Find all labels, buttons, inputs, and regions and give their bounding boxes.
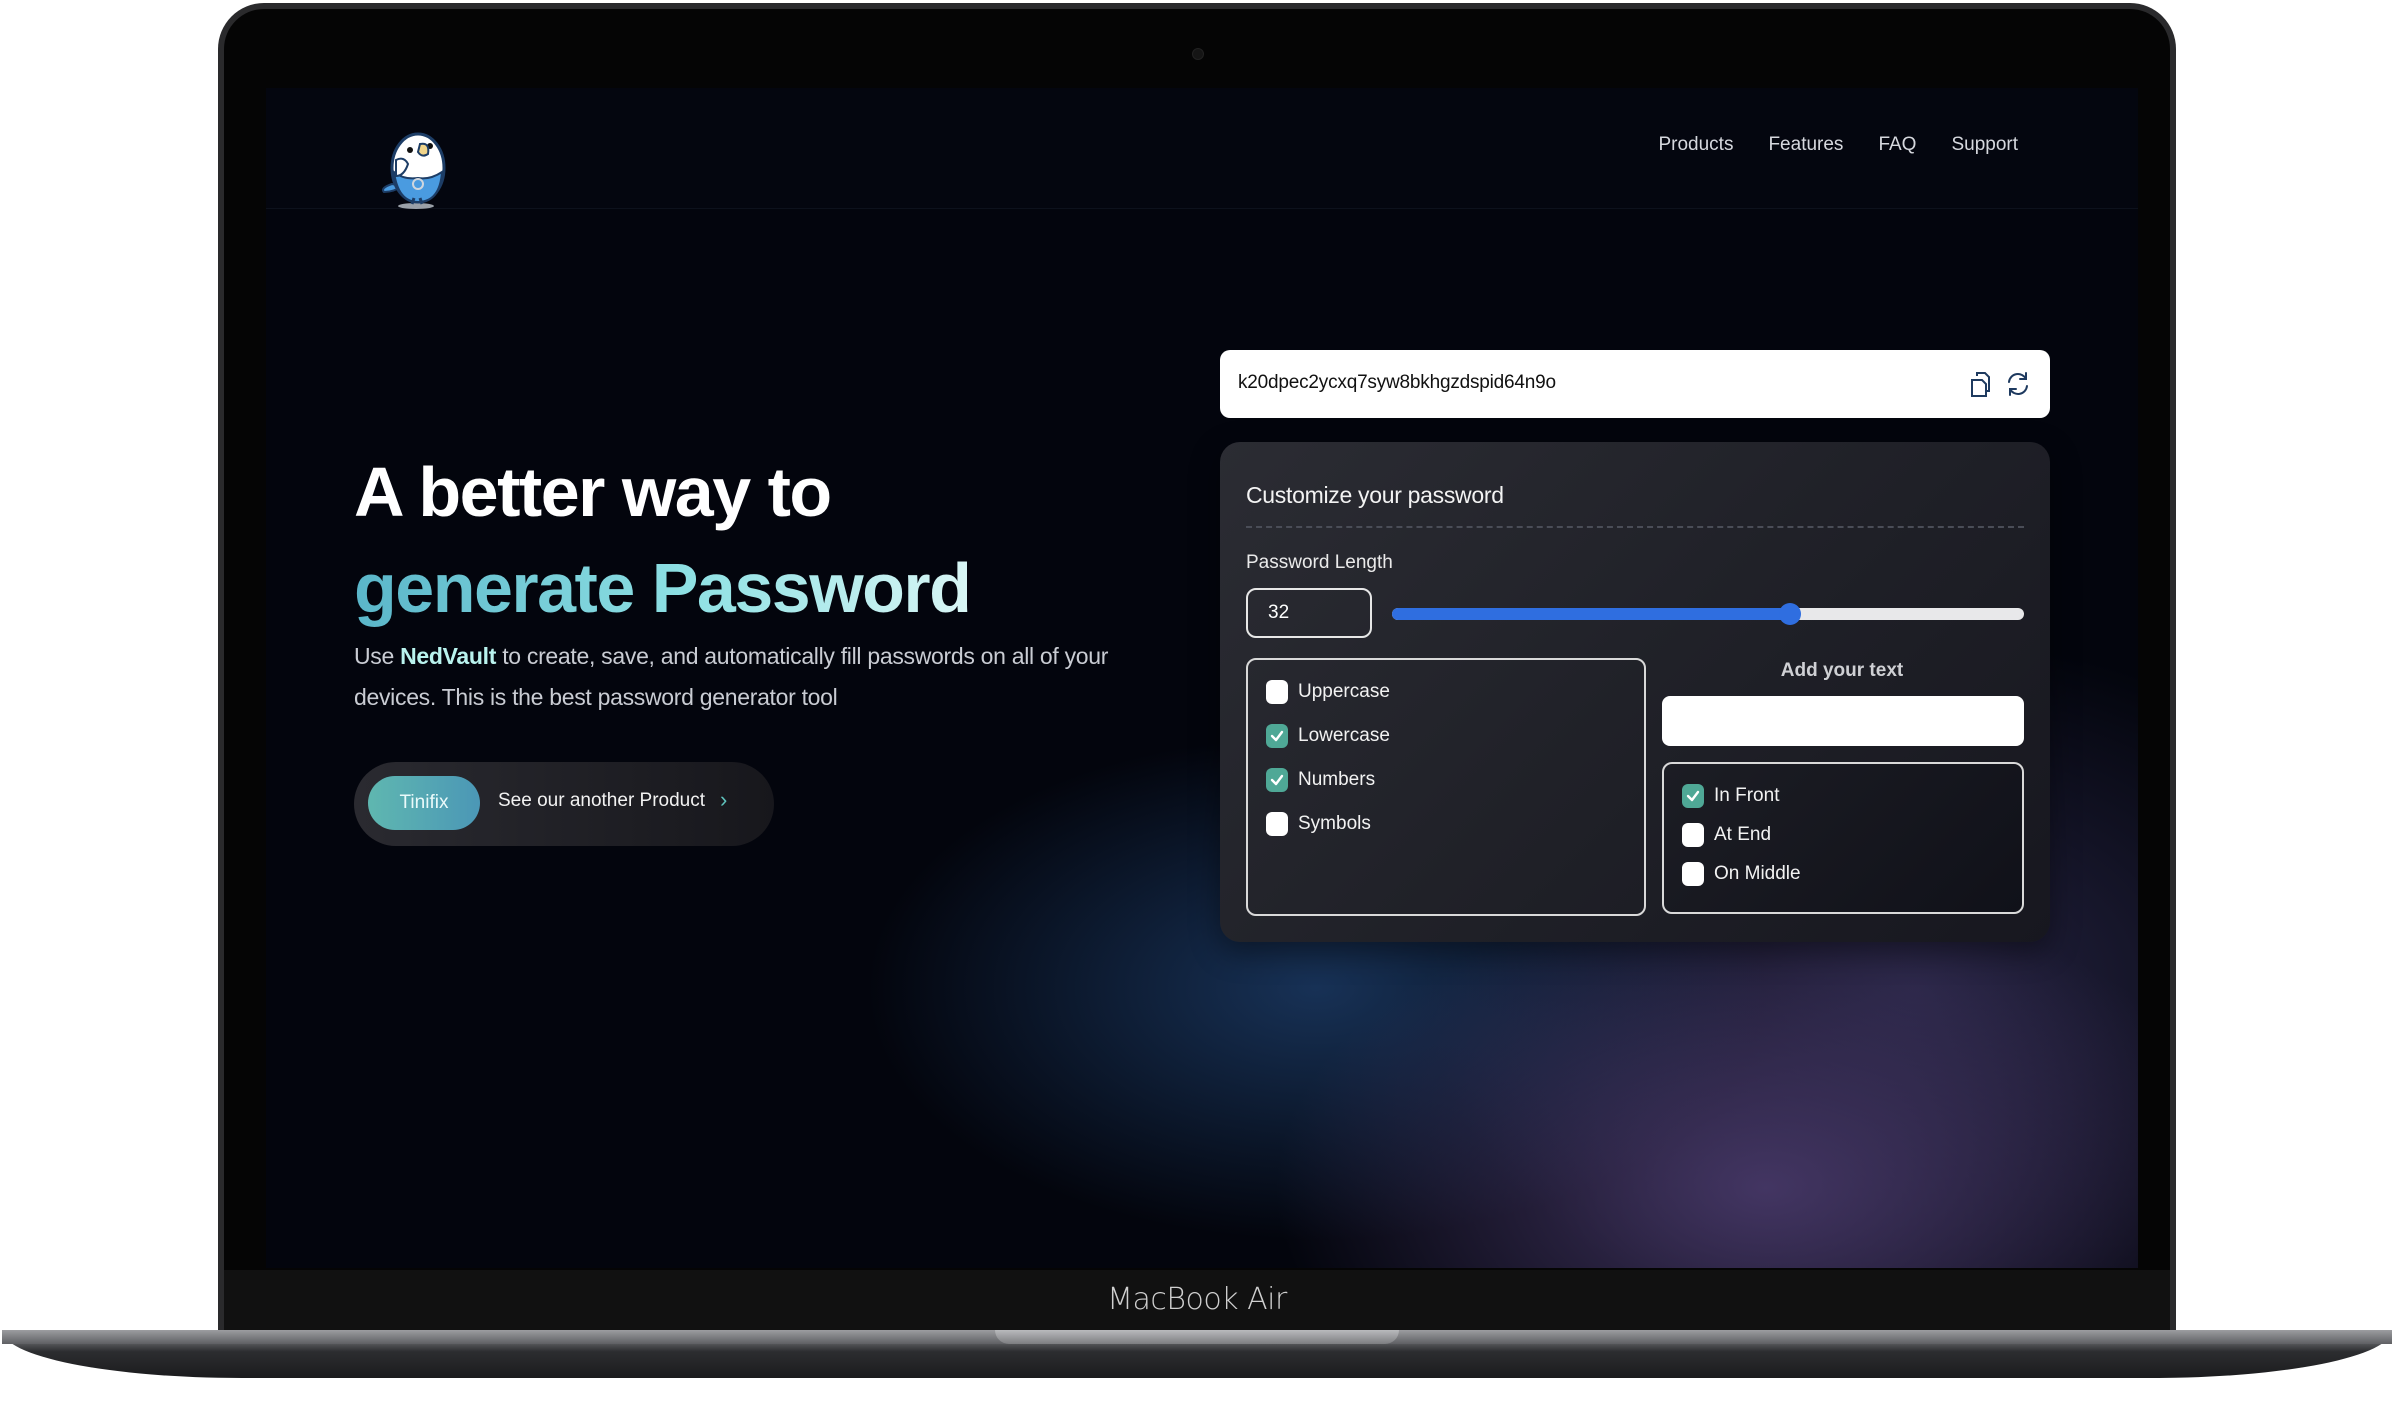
option-symbols[interactable]: Symbols xyxy=(1266,812,1371,836)
nav-features[interactable]: Features xyxy=(1768,134,1843,156)
site-header: Products Features FAQ Support xyxy=(266,88,2138,209)
option-label: Lowercase xyxy=(1298,725,1390,746)
option-label: Symbols xyxy=(1298,813,1371,834)
option-label: Uppercase xyxy=(1298,681,1390,702)
checkmark-icon xyxy=(1270,774,1284,786)
laptop-notch xyxy=(995,1330,1399,1344)
option-label: At End xyxy=(1714,824,1772,845)
length-slider[interactable] xyxy=(1392,603,2024,625)
device-label: MacBook Air xyxy=(1107,1282,1287,1317)
position-options: In Front At End On Middle xyxy=(1662,762,2024,914)
character-options: Uppercase Lowercase Numbers Symbols xyxy=(1246,658,1646,916)
option-at-end[interactable]: At End xyxy=(1682,823,1771,847)
slider-fill xyxy=(1392,608,1791,620)
checkbox-checked[interactable] xyxy=(1266,724,1288,748)
option-numbers[interactable]: Numbers xyxy=(1266,768,1375,792)
length-input[interactable]: 32 xyxy=(1246,588,1372,638)
slider-thumb[interactable] xyxy=(1779,603,1802,625)
refresh-icon[interactable] xyxy=(2004,370,2032,398)
generated-password[interactable]: k20dpec2ycxq7syw8bkhgzdspid64n9o xyxy=(1238,372,1556,394)
see-another-product-link[interactable]: See our another Product xyxy=(498,790,705,812)
screen: Products Features FAQ Support A better w… xyxy=(266,88,2138,1268)
option-lowercase[interactable]: Lowercase xyxy=(1266,724,1390,748)
divider xyxy=(1246,526,2024,528)
brand-name: NedVault xyxy=(400,643,497,669)
option-on-middle[interactable]: On Middle xyxy=(1682,862,1801,886)
tinifix-button[interactable]: Tinifix xyxy=(368,776,480,830)
option-label: In Front xyxy=(1714,785,1780,806)
card-title: Customize your password xyxy=(1246,482,1504,508)
customize-card: Customize your password Password Length … xyxy=(1220,442,2050,942)
option-label: On Middle xyxy=(1714,863,1801,884)
nav-support[interactable]: Support xyxy=(1951,134,2018,156)
main-nav: Products Features FAQ Support xyxy=(1658,134,2018,156)
parakeet-logo-icon[interactable] xyxy=(378,120,458,210)
nav-faq[interactable]: FAQ xyxy=(1878,134,1916,156)
option-in-front[interactable]: In Front xyxy=(1682,784,1779,808)
nav-products[interactable]: Products xyxy=(1658,134,1733,156)
add-text-label: Add your text xyxy=(1780,660,1904,681)
hero-description: Use NedVault to create, save, and automa… xyxy=(354,636,1114,718)
checkmark-icon xyxy=(1270,730,1284,742)
hero-title-line2: generate Password xyxy=(354,540,972,636)
checkbox-checked[interactable] xyxy=(1266,768,1288,792)
add-text-input[interactable] xyxy=(1662,696,2024,746)
camera-icon xyxy=(1192,48,1204,60)
checkbox-unchecked[interactable] xyxy=(1266,812,1288,836)
hero-title-line1: A better way to xyxy=(354,453,832,531)
hero-title: A better way to generate Password xyxy=(354,444,972,636)
checkbox-checked[interactable] xyxy=(1682,784,1704,808)
password-output: k20dpec2ycxq7syw8bkhgzdspid64n9o xyxy=(1220,350,2050,418)
clipboard-copy-icon[interactable] xyxy=(1968,370,1994,398)
product-promo: Tinifix See our another Product › xyxy=(354,762,774,846)
length-label: Password Length xyxy=(1246,552,1393,573)
checkmark-icon xyxy=(1686,790,1700,802)
checkbox-unchecked[interactable] xyxy=(1266,680,1288,704)
desc-prefix: Use xyxy=(354,643,401,669)
checkbox-unchecked[interactable] xyxy=(1682,823,1704,847)
checkbox-unchecked[interactable] xyxy=(1682,862,1704,886)
chevron-right-icon[interactable]: › xyxy=(720,787,727,813)
option-uppercase[interactable]: Uppercase xyxy=(1266,680,1390,704)
option-label: Numbers xyxy=(1298,769,1376,790)
